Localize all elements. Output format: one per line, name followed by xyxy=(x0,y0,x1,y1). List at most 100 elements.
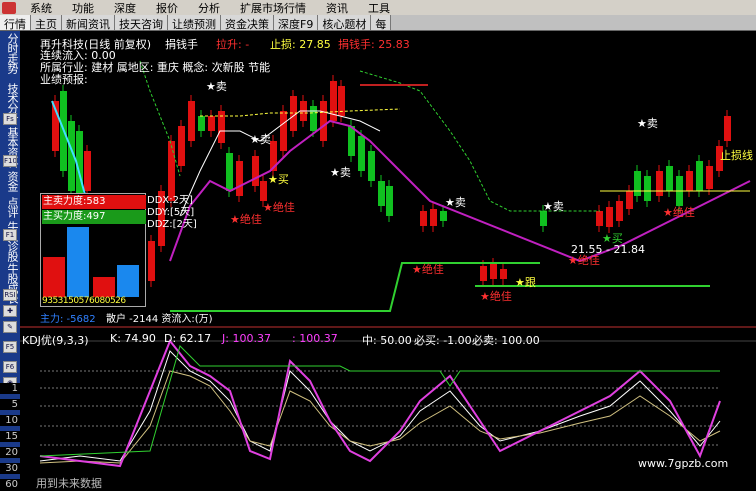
performance-label: 业绩预报: xyxy=(40,73,88,86)
chart-area[interactable]: 再升科技(日线 前复权) 捐钱手 拉升: - 止损: 27.85 捐钱手: 25… xyxy=(20,31,756,490)
stop-loss-line-label: 止损线 xyxy=(720,149,753,162)
sidebar-item-diagnosis[interactable]: 牛叉诊股 xyxy=(2,221,19,261)
candle-body xyxy=(686,171,693,191)
f5-button[interactable]: F5 xyxy=(3,341,17,353)
candle-body xyxy=(724,116,731,141)
kdj-j-line xyxy=(39,339,721,468)
menu-quote[interactable]: 报价 xyxy=(146,0,188,16)
best-annotation: ★绝佳 xyxy=(412,263,444,276)
best-annotation: ★绝佳 xyxy=(663,206,695,219)
kdj-must-sell: 必卖: 100.00 xyxy=(472,334,540,347)
scale-20[interactable]: 20 xyxy=(0,447,20,458)
scale-5[interactable]: 5 xyxy=(0,399,20,410)
tab-core-theme[interactable]: 核心题材 xyxy=(318,15,372,31)
move-icon[interactable]: ✚ xyxy=(3,305,17,317)
menu-extended-market[interactable]: 扩展市场行情 xyxy=(230,0,316,16)
rsi-button[interactable]: RSI xyxy=(3,289,17,301)
main-force-label: 主力: -5682 xyxy=(40,314,96,325)
ddz-label: DDZ:[2天] xyxy=(147,219,197,230)
f1-button[interactable]: F1 xyxy=(3,229,17,241)
candle-body xyxy=(320,101,327,141)
scale-1[interactable]: 1 xyxy=(0,383,20,394)
tab-news[interactable]: 新闻资讯 xyxy=(62,15,115,31)
panel-bars-svg xyxy=(43,227,139,297)
menu-function[interactable]: 功能 xyxy=(62,0,104,16)
candle-body xyxy=(310,106,317,131)
menu-depth[interactable]: 深度 xyxy=(104,0,146,16)
tab-depth-f9[interactable]: 深度F9 xyxy=(274,15,319,31)
money-flow-bar xyxy=(117,265,139,297)
candle-body xyxy=(178,126,185,166)
money-flow-bar xyxy=(43,257,65,297)
kdj-name: KDJ优(9,3,3) xyxy=(22,334,89,347)
menu-news[interactable]: 资讯 xyxy=(316,0,358,16)
candle-body xyxy=(198,116,205,131)
tab-home[interactable]: 主页 xyxy=(31,15,62,31)
tab-quote[interactable]: 行情 xyxy=(0,15,31,31)
f10-button[interactable]: F10 xyxy=(3,155,17,167)
kdj-d-line xyxy=(39,370,721,464)
main-sell-bar: 主卖力度:583 xyxy=(42,195,146,209)
sidebar-item-intraday[interactable]: 分时走势 xyxy=(2,33,19,73)
candle-body xyxy=(358,136,365,171)
candle-body xyxy=(616,201,623,221)
candle-body xyxy=(84,151,91,191)
candle-body xyxy=(666,166,673,191)
scale-15[interactable]: 15 xyxy=(0,431,20,442)
money-flow-panel: 主卖力度:583 主买力度:497 9353150576080526 xyxy=(40,193,146,307)
support-dashed-line xyxy=(359,70,600,212)
candle-body xyxy=(626,191,633,209)
scale-30[interactable]: 30 xyxy=(0,463,20,474)
future-data-note: 用到未来数据 xyxy=(36,477,102,490)
candle-body xyxy=(260,181,267,201)
tab-more[interactable]: 每 xyxy=(371,15,392,31)
indicator-name: 捐钱手 xyxy=(165,38,198,51)
menu-bar: 系统 功能 深度 报价 分析 扩展市场行情 资讯 工具 xyxy=(0,0,756,15)
kdj-k-value: K: 74.90 xyxy=(110,332,156,345)
candle-body xyxy=(348,126,355,156)
candle-body xyxy=(596,211,603,226)
scale-60[interactable]: 60 xyxy=(0,479,20,490)
menu-analysis[interactable]: 分析 xyxy=(188,0,230,16)
price-range-annotation: 21.55 - 21.84 xyxy=(571,243,645,256)
tab-consult[interactable]: 技天咨询 xyxy=(115,15,168,31)
money-flow-bar xyxy=(67,227,89,297)
app-logo-icon xyxy=(2,1,16,14)
main-buy-bar: 主买力度:497 xyxy=(42,210,146,224)
stop-loss-value: 止损: 27.85 xyxy=(270,38,331,51)
sell-annotation: ★卖 xyxy=(330,166,351,179)
sidebar-item-comment[interactable]: 点评 xyxy=(2,197,19,217)
kdj-j2-value: : 100.37 xyxy=(292,332,338,345)
left-sidebar: 分时走势 技术分析 基本资料 资金 点评 牛叉诊股 牛股成长 Fs F10 F1… xyxy=(0,31,20,490)
kdj-mid-value: 中: 50.00 xyxy=(362,334,412,347)
tab-fund-decision[interactable]: 资金决策 xyxy=(221,15,274,31)
fs-button[interactable]: Fs xyxy=(3,113,17,125)
candle-body xyxy=(696,161,703,191)
follow-annotation: ★跟 xyxy=(515,276,536,289)
candle-body xyxy=(226,153,233,191)
f6-button[interactable]: F6 xyxy=(3,361,17,373)
menu-tools[interactable]: 工具 xyxy=(358,0,400,16)
kdj-must-buy: 必买: -1.00 xyxy=(414,334,472,347)
candle-body xyxy=(280,111,287,151)
candle-body xyxy=(634,171,641,196)
kdj-j-value: J: 100.37 xyxy=(222,332,271,345)
sell-annotation: ★卖 xyxy=(250,133,271,146)
candle-body xyxy=(236,161,243,196)
watermark: www.7gpzb.com xyxy=(638,457,729,470)
sidebar-item-funds[interactable]: 资金 xyxy=(2,171,19,191)
money-flow-bar xyxy=(93,277,115,297)
candle-body xyxy=(368,151,375,181)
candle-body xyxy=(252,156,259,186)
best-annotation: ★绝佳 xyxy=(263,201,295,214)
candle-body xyxy=(606,207,613,227)
panel-numbers: 9353150576080526 xyxy=(42,296,126,306)
tab-earnings-forecast[interactable]: 让绩预测 xyxy=(168,15,221,31)
tab-bar: 行情 主页 新闻资讯 技天咨询 让绩预测 资金决策 深度F9 核心题材 每 xyxy=(0,15,756,31)
menu-system[interactable]: 系统 xyxy=(20,0,62,16)
candle-body xyxy=(656,171,663,196)
sell-annotation: ★卖 xyxy=(445,196,466,209)
pen-icon[interactable]: ✎ xyxy=(3,321,17,333)
scale-10[interactable]: 10 xyxy=(0,415,20,426)
kdj-d-value: D: 62.17 xyxy=(164,332,212,345)
